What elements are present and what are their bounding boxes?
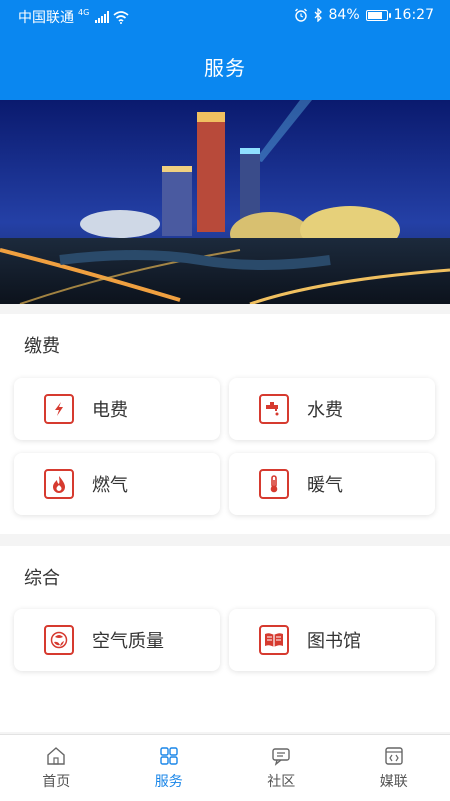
nav-community[interactable]: 社区 xyxy=(225,735,338,801)
gas-label: 燃气 xyxy=(92,471,128,497)
heating-label: 暖气 xyxy=(307,471,343,497)
water-card[interactable]: 水费 xyxy=(229,378,435,440)
media-icon xyxy=(383,745,405,767)
top-bar: 中国联通 4G 84% 16:27 xyxy=(0,0,450,100)
air-quality-card[interactable]: 空气质量 xyxy=(14,609,220,671)
electricity-icon xyxy=(44,394,74,424)
library-book-icon xyxy=(259,625,289,655)
thermometer-icon xyxy=(259,469,289,499)
bluetooth-icon xyxy=(314,8,323,22)
alarm-clock-icon xyxy=(294,8,308,22)
signal-icon xyxy=(95,11,109,23)
nav-media-label: 媒联 xyxy=(380,771,408,791)
network-type: 4G xyxy=(78,8,89,17)
air-quality-label: 空气质量 xyxy=(92,627,164,653)
city-night-skyline-image xyxy=(0,100,450,304)
nav-services-label: 服务 xyxy=(155,771,183,791)
nav-community-label: 社区 xyxy=(267,771,295,791)
section-title-general: 综合 xyxy=(24,564,60,590)
nav-media[interactable]: 媒联 xyxy=(338,735,450,801)
carrier-label: 中国联通 xyxy=(18,7,74,27)
banner-image[interactable] xyxy=(0,100,450,304)
battery-percent: 84% xyxy=(329,7,360,23)
gas-flame-icon xyxy=(44,469,74,499)
electricity-label: 电费 xyxy=(92,396,128,422)
page-title: 服务 xyxy=(0,52,450,81)
library-label: 图书馆 xyxy=(307,627,361,653)
home-icon xyxy=(45,745,67,767)
section-title-payment: 缴费 xyxy=(24,332,60,358)
nav-services[interactable]: 服务 xyxy=(113,735,226,801)
nav-home-label: 首页 xyxy=(42,771,70,791)
electricity-card[interactable]: 电费 xyxy=(14,378,220,440)
battery-icon xyxy=(366,10,388,21)
air-quality-icon xyxy=(44,625,74,655)
nav-home[interactable]: 首页 xyxy=(0,735,113,801)
status-bar: 中国联通 4G 84% 16:27 xyxy=(0,0,450,32)
general-section: 综合 空气质量 图书馆 xyxy=(0,546,450,732)
chat-icon xyxy=(270,745,292,767)
water-tap-icon xyxy=(259,394,289,424)
clock-time: 16:27 xyxy=(394,7,434,23)
bottom-nav: 首页 服务 社区 媒联 xyxy=(0,734,450,801)
payment-section: 缴费 电费 水费 燃气 xyxy=(0,314,450,534)
library-card[interactable]: 图书馆 xyxy=(229,609,435,671)
grid-icon xyxy=(158,745,180,767)
gas-card[interactable]: 燃气 xyxy=(14,453,220,515)
water-label: 水费 xyxy=(307,396,343,422)
wifi-icon xyxy=(113,11,129,24)
heating-card[interactable]: 暖气 xyxy=(229,453,435,515)
